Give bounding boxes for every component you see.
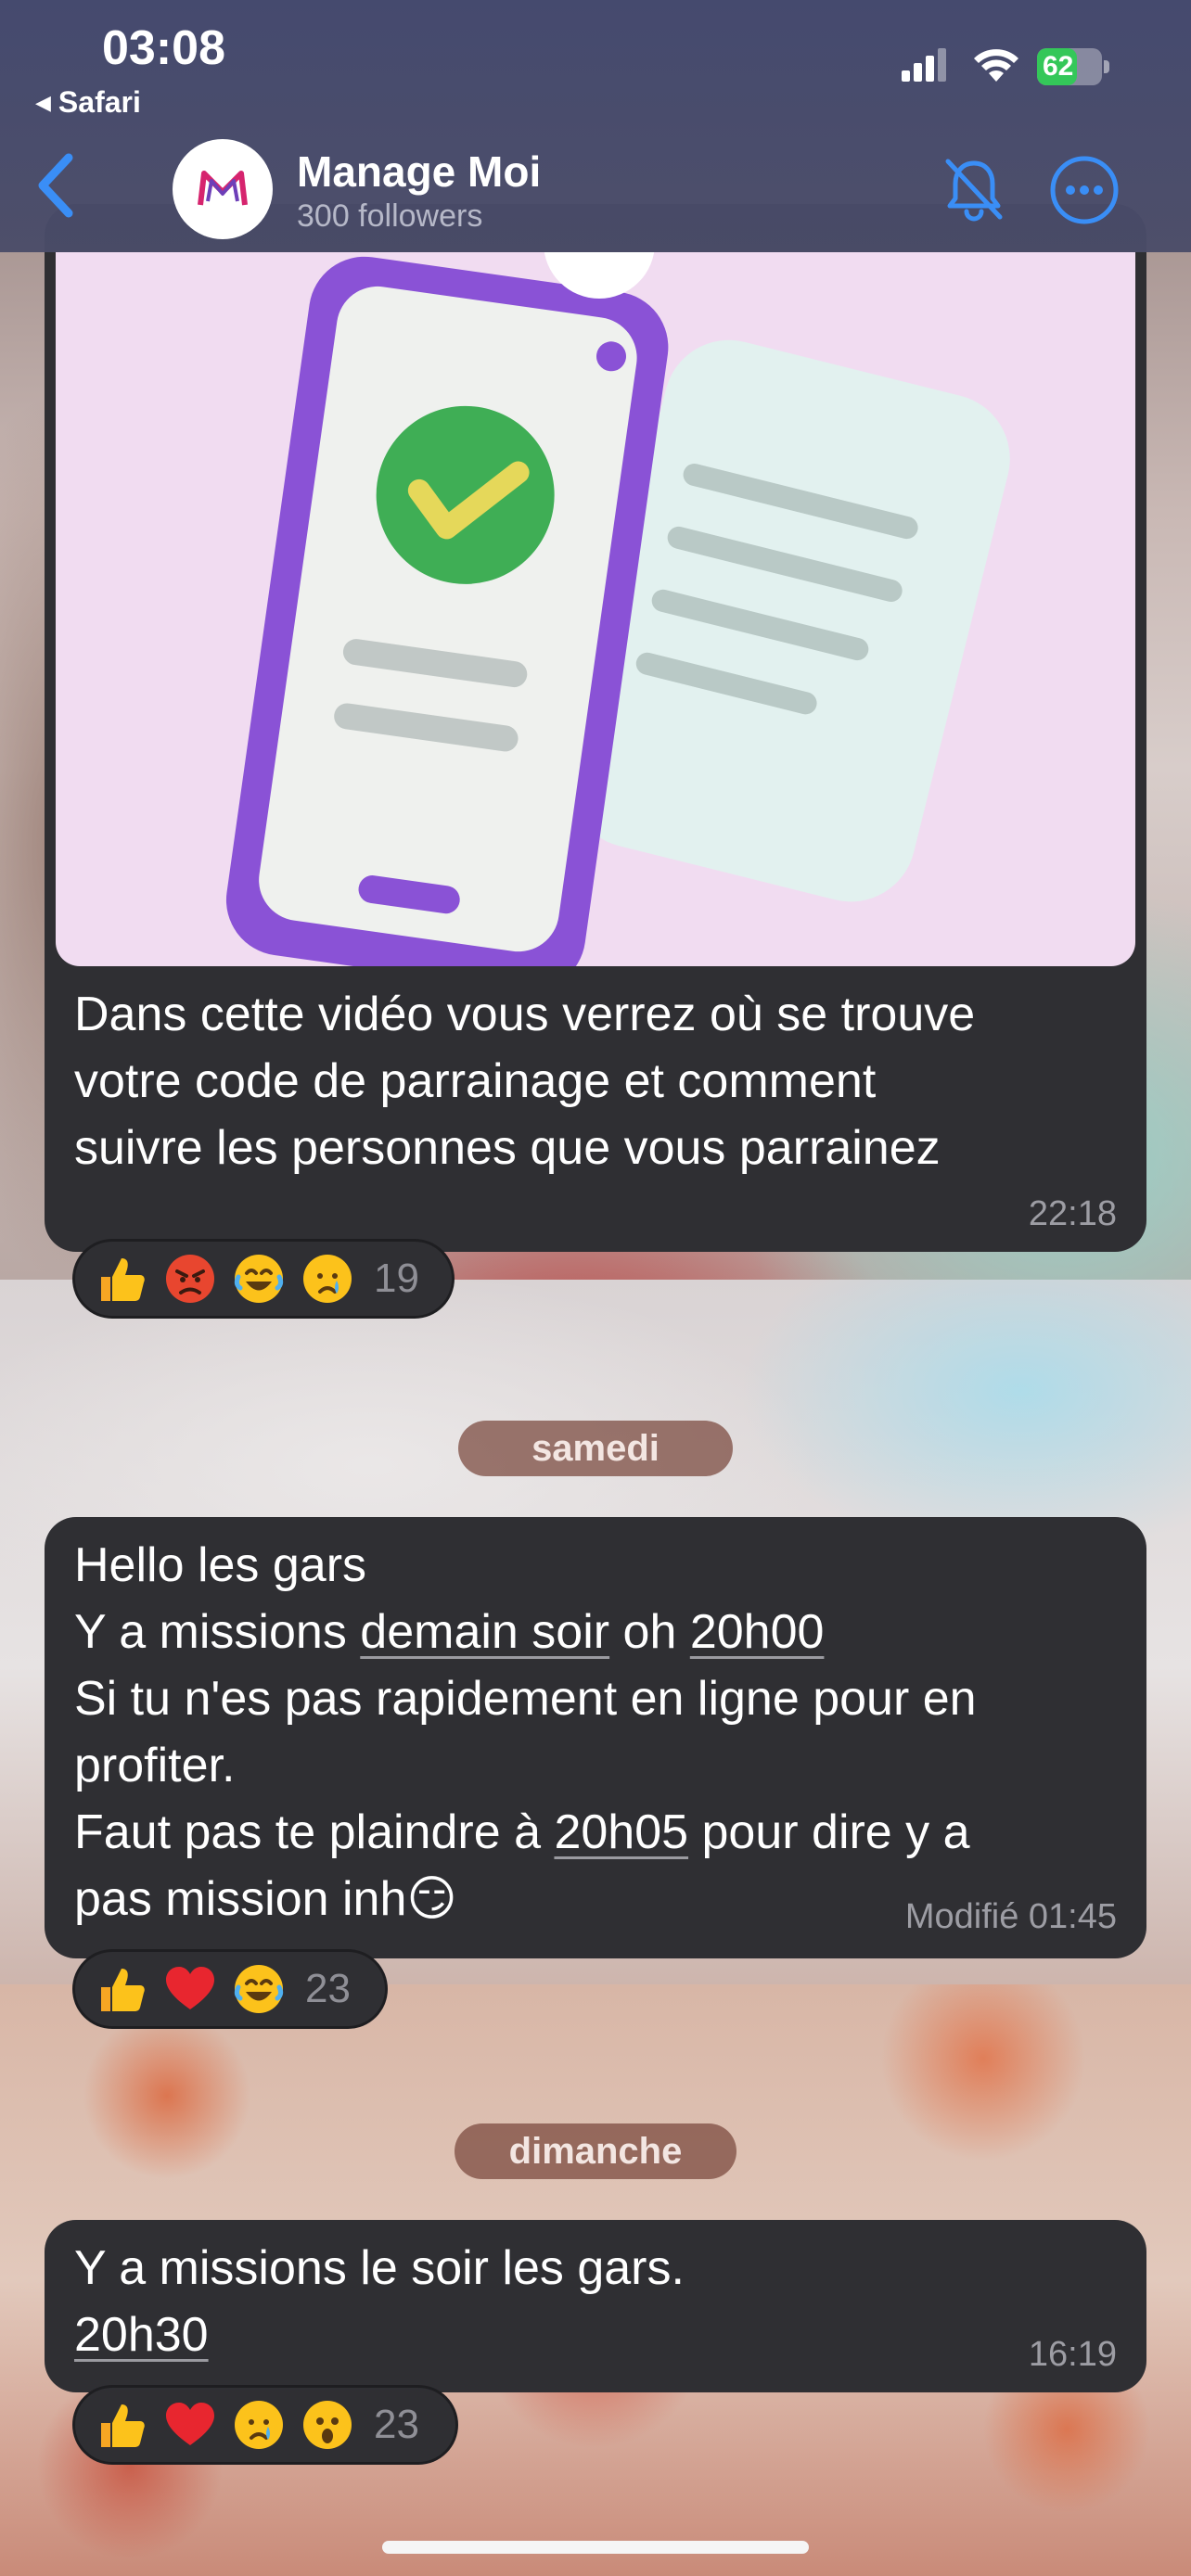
reaction-count: 23 [305,1966,351,2011]
message-text: Dans cette vidéo vous verrez où se trouv… [74,981,1132,1181]
message-time: 22:18 [1028,1194,1117,1233]
reactions-bar[interactable]: 23 [72,1949,388,2029]
date-link[interactable]: demain soir [360,1605,609,1659]
message-line: votre code de parrainage et comment [74,1054,877,1108]
time-link[interactable]: 20h30 [74,2308,209,2362]
message-time: Modifié 01:45 [904,1897,1117,1936]
date-separator: samedi [458,1421,733,1476]
video-thumbnail[interactable] [56,252,1135,966]
time-link[interactable]: 20h00 [690,1605,825,1659]
message-line: suivre les personnes que vous parrainez [74,1121,941,1175]
message-line: Si tu n'es pas rapidement en ligne pour … [74,1672,977,1726]
red-heart-icon[interactable] [162,1961,218,2017]
thumbs-up-icon[interactable] [94,1961,149,2017]
astonished-face-icon[interactable] [300,2397,355,2453]
message-line: 20h30 [74,2302,1002,2368]
thumbs-up-icon[interactable] [94,2397,149,2453]
bell-slash-icon[interactable] [937,152,1011,226]
message-line: Hello les gars [74,1538,367,1592]
message-line: profiter. [74,1739,236,1792]
followers-count: 300 followers [297,198,483,234]
joy-face-icon[interactable] [231,1251,287,1307]
date-separator: dimanche [455,2123,736,2179]
red-heart-icon[interactable] [162,2397,218,2453]
reaction-count: 19 [374,1256,419,1301]
reaction-count: 23 [374,2402,419,2447]
message-line: Faut pas te plaindre à 20h05 pour dire y… [74,1805,970,1859]
channel-avatar[interactable] [173,139,273,239]
channel-logo-icon [198,171,248,206]
status-time: 03:08 [102,21,225,75]
time-link[interactable]: 20h05 [554,1805,688,1859]
smirk-emoji: 😏 [406,1872,457,1926]
phone-checkmark-illustration [225,252,1010,966]
chevron-left-icon[interactable] [28,148,83,223]
wifi-icon [974,49,1018,82]
crying-face-icon[interactable] [231,2397,287,2453]
cellular-signal-icon [902,48,948,82]
message-text: Hello les gars Y a missions demain soir … [74,1532,1132,1932]
angry-face-icon[interactable] [162,1251,218,1307]
battery-percent: 62 [1043,51,1074,82]
back-to-safari[interactable]: ◀ Safari [35,85,141,120]
reactions-bar[interactable]: 19 [72,1239,455,1319]
message-line: Y a missions le soir les gars. [74,2241,685,2295]
message-line: Y a missions demain soir oh 20h00 [74,1605,825,1659]
back-app-label: Safari [58,85,141,119]
message-time: 16:19 [1028,2335,1117,2374]
back-triangle-icon: ◀ [35,91,51,114]
message-line: Dans cette vidéo vous verrez où se trouv… [74,988,976,1041]
ellipsis-circle-icon[interactable] [1048,154,1121,226]
reactions-bar[interactable]: 23 [72,2385,458,2465]
thumbs-up-icon[interactable] [94,1251,149,1307]
message-text: Y a missions le soir les gars. 20h30 [74,2235,1002,2368]
battery-icon: 62 [1037,48,1111,85]
navigation-header: 03:08 ◀ Safari 62 Manage Moi 300 follower… [0,0,1191,252]
crying-face-icon[interactable] [300,1251,355,1307]
joy-face-icon[interactable] [231,1961,287,2017]
home-indicator[interactable] [382,2541,809,2554]
channel-title[interactable]: Manage Moi [297,147,541,197]
